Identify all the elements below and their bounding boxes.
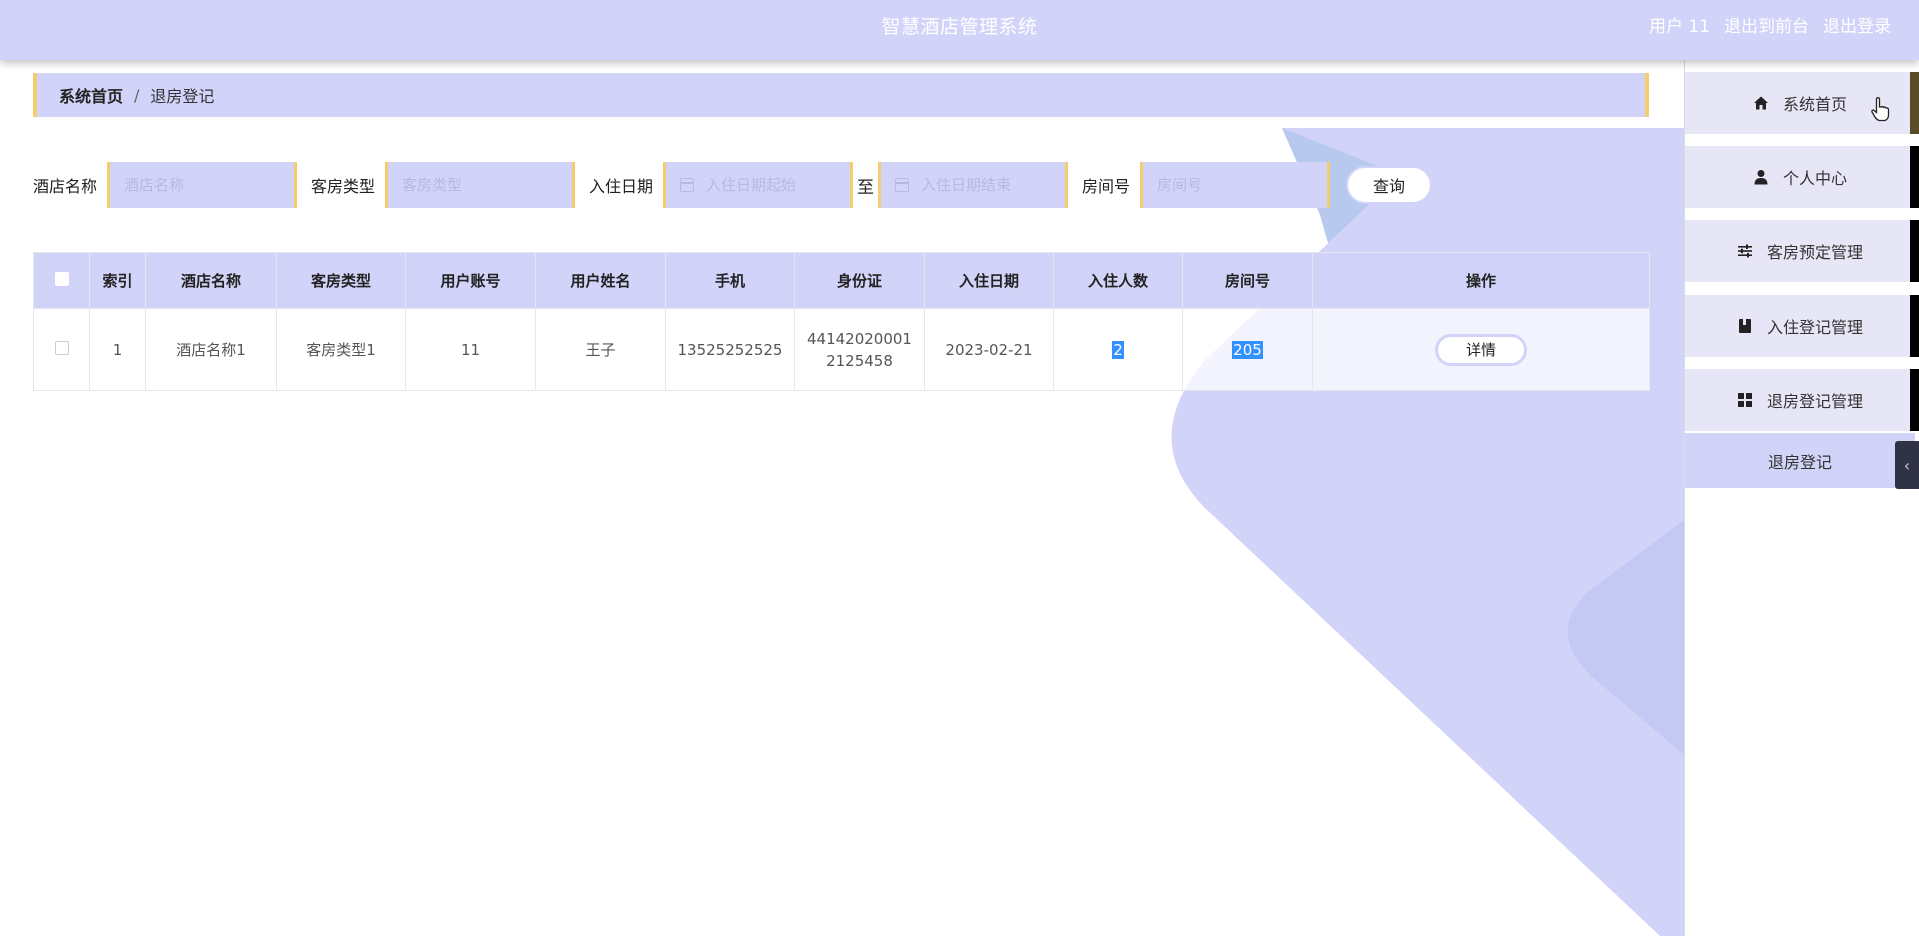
guests-value: 2 — [1112, 340, 1124, 359]
room-number-value: 205 — [1232, 340, 1263, 359]
hotel-name-input[interactable] — [124, 176, 295, 194]
cell-account: 11 — [405, 308, 536, 391]
room-number-label: 房间号 — [1082, 177, 1131, 196]
column-header: 入住日期 — [924, 252, 1054, 309]
checkout-table: 索引 酒店名称 客房类型 用户账号 用户姓名 手机 身份证 入住日期 入住人数 … — [33, 252, 1650, 391]
logout-link[interactable]: 退出登录 — [1823, 0, 1891, 54]
cell-guests: 2 — [1053, 308, 1183, 391]
breadcrumb: 系统首页 / 退房登记 — [33, 73, 1649, 117]
cell-actions: 详情 — [1312, 308, 1650, 391]
column-header: 索引 — [89, 252, 146, 309]
back-to-front-link[interactable]: 退出到前台 — [1724, 0, 1809, 54]
user-label: 用户 11 — [1648, 17, 1710, 37]
hotel-name-label: 酒店名称 — [33, 177, 98, 196]
sidebar-subitem-checkout[interactable]: 退房登记 — [1685, 433, 1915, 488]
sliders-icon — [1737, 243, 1753, 259]
sidebar-item-label: 个人中心 — [1782, 169, 1847, 188]
book-icon — [1737, 318, 1753, 334]
column-header: 房间号 — [1182, 252, 1313, 309]
sidebar-item-checkout-management[interactable]: 退房登记管理 — [1685, 369, 1919, 431]
column-header: 用户姓名 — [535, 252, 666, 309]
column-header: 酒店名称 — [145, 252, 277, 309]
row-checkbox[interactable] — [54, 340, 69, 355]
breadcrumb-separator: / — [134, 85, 140, 105]
select-all-cell — [33, 252, 90, 309]
chevron-left-icon: ‹ — [1903, 455, 1911, 475]
sidebar-item-label: 入住登记管理 — [1766, 318, 1863, 337]
sidebar-item-room-booking[interactable]: 客房预定管理 — [1685, 220, 1919, 282]
home-icon — [1753, 95, 1769, 111]
background-decoration — [1171, 128, 1684, 936]
breadcrumb-current: 退房登记 — [150, 87, 215, 106]
room-type-input[interactable] — [402, 176, 573, 194]
column-header: 操作 — [1312, 252, 1650, 309]
id-card-line1: 44142020001 — [807, 329, 912, 348]
checkin-date-label: 入住日期 — [589, 177, 654, 196]
room-type-field — [385, 162, 576, 208]
top-header: 智慧酒店管理系统 用户 11 退出到前台 退出登录 — [0, 0, 1919, 60]
breadcrumb-home-link[interactable]: 系统首页 — [59, 83, 123, 107]
cell-index: 1 — [89, 308, 146, 391]
column-header: 客房类型 — [276, 252, 406, 309]
cell-user-name: 王子 — [535, 308, 666, 391]
checkin-date-start-input[interactable] — [706, 176, 851, 194]
cell-room-type: 客房类型1 — [276, 308, 406, 391]
room-number-input[interactable] — [1157, 176, 1328, 194]
hotel-name-field — [107, 162, 298, 208]
grid-icon — [1737, 392, 1753, 408]
row-select-cell — [33, 308, 90, 391]
sidebar: 系统首页 个人中心 客房预定管理 入住登记管理 退房登记管理 退房登记 — [1684, 60, 1919, 936]
checkin-date-start-field — [663, 162, 854, 208]
sidebar-item-label: 系统首页 — [1782, 95, 1847, 114]
table-row: 1 酒店名称1 客房类型1 11 王子 13525252525 44142020… — [33, 308, 1650, 391]
sidebar-item-personal-center[interactable]: 个人中心 — [1685, 146, 1919, 208]
detail-button[interactable]: 详情 — [1435, 333, 1527, 366]
sidebar-collapse-button[interactable]: ‹ — [1895, 441, 1919, 489]
cell-room-number: 205 — [1182, 308, 1313, 391]
date-range-to-label: 至 — [857, 177, 875, 198]
cell-checkin-date: 2023-02-21 — [924, 308, 1054, 391]
calendar-icon — [680, 178, 695, 192]
sidebar-item-label: 退房登记管理 — [1766, 392, 1863, 411]
calendar-icon — [895, 178, 910, 192]
header-user-area: 用户 11 退出到前台 退出登录 — [1649, 0, 1891, 54]
column-header: 用户账号 — [405, 252, 536, 309]
query-button[interactable]: 查询 — [1346, 166, 1433, 204]
search-bar: 酒店名称 客房类型 入住日期 至 房间号 查询 — [33, 162, 1433, 208]
checkin-date-end-field — [878, 162, 1069, 208]
sidebar-item-checkin-management[interactable]: 入住登记管理 — [1685, 295, 1919, 357]
cell-phone: 13525252525 — [665, 308, 795, 391]
room-type-label: 客房类型 — [311, 177, 376, 196]
column-header: 身份证 — [794, 252, 925, 309]
cell-id-card: 44142020001 2125458 — [794, 308, 925, 391]
room-number-field — [1140, 162, 1331, 208]
cell-hotel-name: 酒店名称1 — [145, 308, 277, 391]
column-header: 入住人数 — [1053, 252, 1183, 309]
sidebar-item-label: 客房预定管理 — [1766, 243, 1863, 262]
table-header-row: 索引 酒店名称 客房类型 用户账号 用户姓名 手机 身份证 入住日期 入住人数 … — [33, 252, 1650, 309]
column-header: 手机 — [665, 252, 795, 309]
id-card-line2: 2125458 — [826, 351, 893, 370]
user-icon — [1753, 169, 1769, 185]
hand-cursor-icon — [1871, 97, 1890, 122]
app-title: 智慧酒店管理系统 — [881, 16, 1038, 38]
select-all-checkbox[interactable] — [54, 271, 69, 286]
checkin-date-end-input[interactable] — [921, 176, 1066, 194]
